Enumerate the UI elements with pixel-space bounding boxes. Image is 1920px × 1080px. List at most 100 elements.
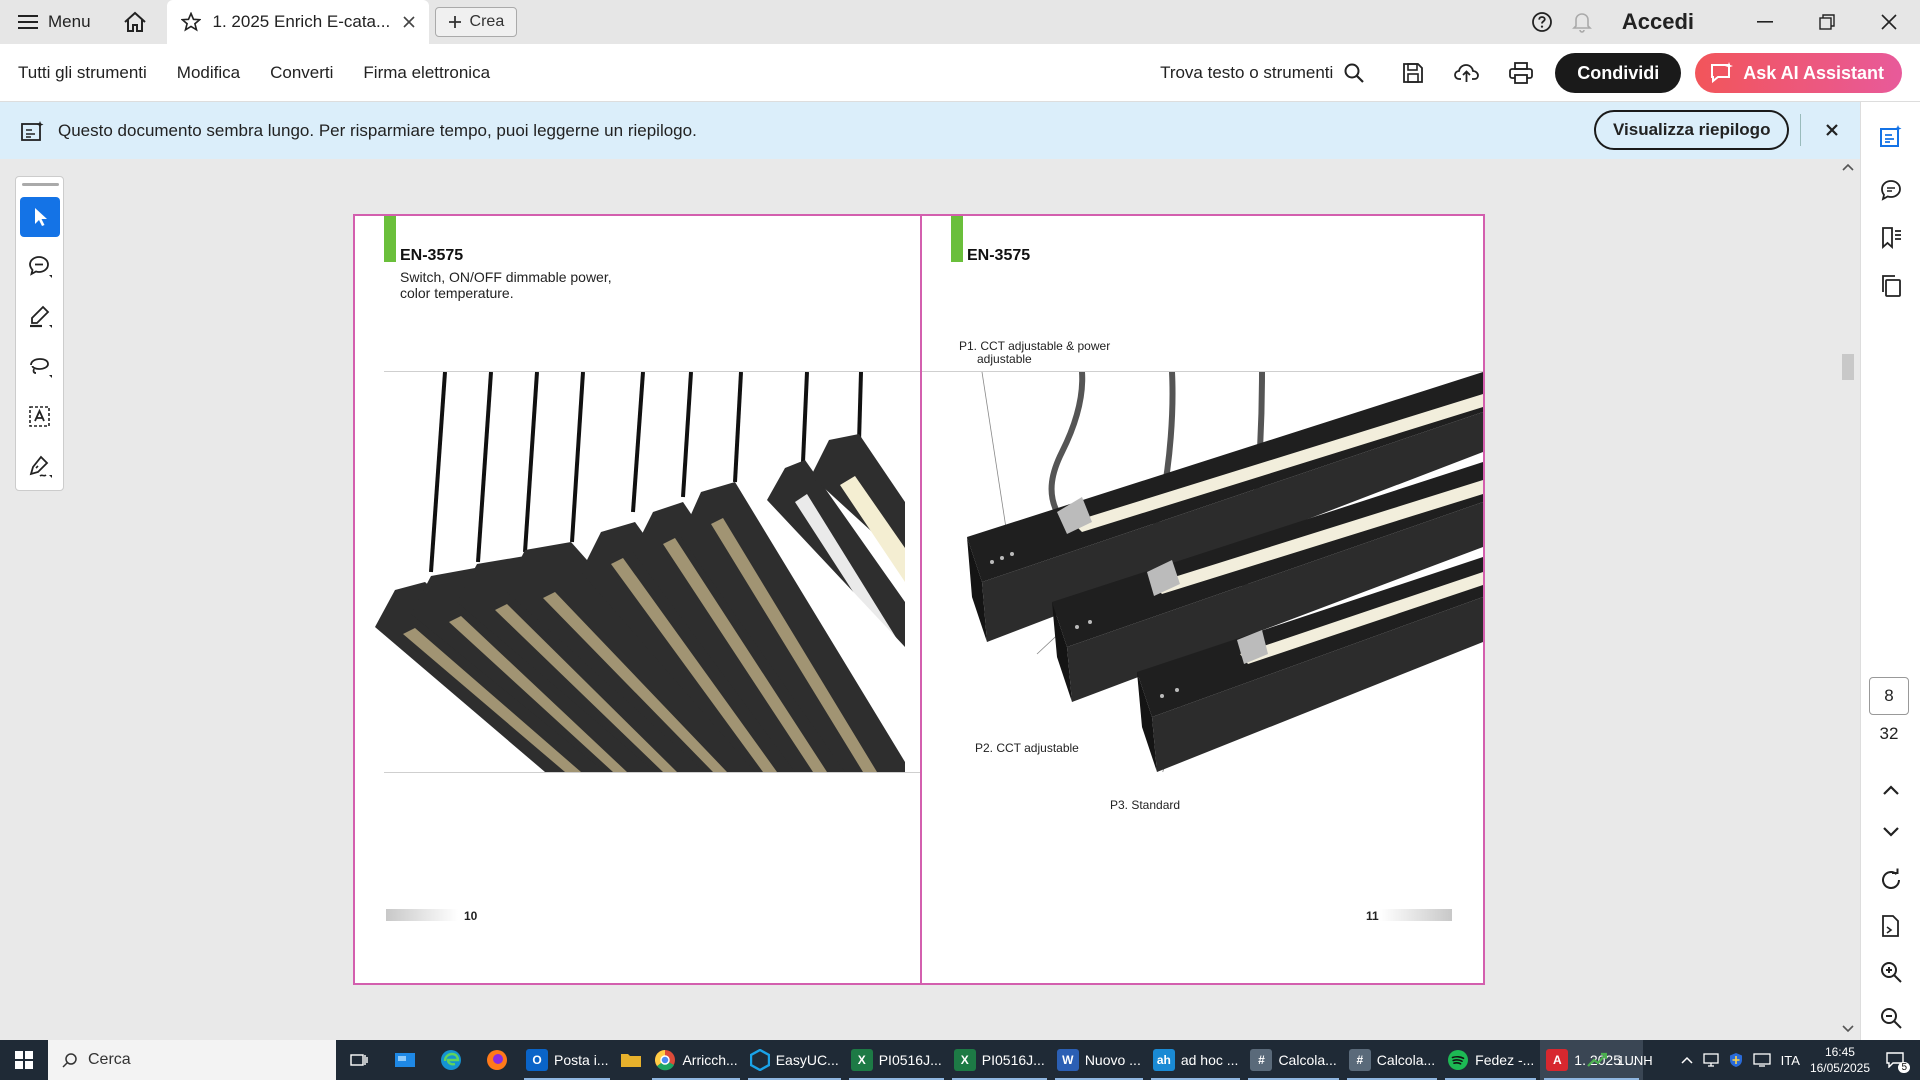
scroll-down-arrow-icon[interactable] <box>1842 1025 1854 1033</box>
monitor-icon[interactable] <box>1703 1053 1719 1067</box>
taskbar-app-label: ad hoc ... <box>1180 1052 1239 1068</box>
menu-convert[interactable]: Converti <box>255 63 348 83</box>
taskbar-app-easyuc[interactable]: EasyUC... <box>744 1040 845 1080</box>
lasso-draw-icon <box>30 358 52 378</box>
restore-button[interactable] <box>1796 0 1858 44</box>
firefox-icon <box>487 1050 507 1070</box>
menu-edit[interactable]: Modifica <box>162 63 255 83</box>
spotify-icon <box>1448 1050 1469 1070</box>
current-page-input[interactable]: 8 <box>1869 677 1909 715</box>
add-comment-icon <box>29 256 52 278</box>
next-page-button[interactable] <box>1877 818 1905 846</box>
tray-label[interactable]: 1UNH <box>1617 1053 1652 1068</box>
shield-icon[interactable] <box>1729 1052 1743 1068</box>
home-button[interactable] <box>113 0 157 44</box>
create-button[interactable]: Crea <box>434 7 518 37</box>
minimize-button[interactable] <box>1734 0 1796 44</box>
sign-tool[interactable] <box>20 447 60 487</box>
start-button[interactable] <box>0 1040 48 1080</box>
document-spread[interactable]: EN-3575 Switch, ON/OFF dimmable power, c… <box>353 214 1485 985</box>
close-tab-icon[interactable] <box>402 16 415 28</box>
tab-document[interactable]: 1. 2025 Enrich E-cata... <box>166 0 429 44</box>
help-icon <box>1531 12 1552 32</box>
acrobat-icon: A <box>1546 1049 1569 1071</box>
quick-tools-bar <box>15 176 64 491</box>
taskbar-app-label: Arricch... <box>682 1052 738 1068</box>
taskbar-app-outlook[interactable]: O Posta i... <box>520 1040 614 1080</box>
view-summary-button[interactable]: Visualizza riepilogo <box>1594 110 1790 150</box>
summary-panel-icon <box>1880 125 1902 147</box>
taskbar-app-calculator-2[interactable]: # Calcola... <box>1343 1040 1441 1080</box>
bookmark-icon <box>1882 227 1901 250</box>
scrollbar-thumb[interactable] <box>1842 354 1854 380</box>
notification-center-button[interactable]: 5 <box>1880 1045 1910 1075</box>
taskbar-search[interactable]: Cerca <box>48 1040 336 1080</box>
system-clock[interactable]: 16:45 16/05/2025 <box>1810 1044 1870 1076</box>
text-tool[interactable] <box>20 397 60 437</box>
close-banner-button[interactable] <box>1818 116 1846 144</box>
share-button[interactable]: Condividi <box>1555 53 1682 93</box>
taskbar-edge-app[interactable] <box>428 1040 474 1080</box>
ai-summary-panel-button[interactable] <box>1877 122 1905 150</box>
print-button[interactable] <box>1501 53 1541 93</box>
page-tools-button[interactable] <box>1877 912 1905 940</box>
find-text-tools[interactable]: Trova testo o strumenti <box>1160 62 1365 84</box>
chevron-up-icon[interactable] <box>1681 1056 1693 1064</box>
taskbar-app-adhoc[interactable]: ah ad hoc ... <box>1147 1040 1245 1080</box>
taskbar-app-word[interactable]: W Nuovo ... <box>1051 1040 1147 1080</box>
draw-tool[interactable] <box>20 347 60 387</box>
search-icon <box>62 1053 77 1068</box>
taskbar-news-app[interactable] <box>382 1040 428 1080</box>
notifications-button[interactable] <box>1562 0 1602 44</box>
highlight-tool[interactable] <box>20 297 60 337</box>
taskbar-app-explorer[interactable] <box>614 1040 648 1080</box>
text-box-icon <box>29 406 50 427</box>
comment-icon <box>1881 180 1901 201</box>
copy-pages-icon <box>1882 275 1901 297</box>
task-view-button[interactable] <box>336 1040 382 1080</box>
sign-in-button[interactable]: Accedi <box>1602 9 1734 35</box>
menu-e-signature[interactable]: Firma elettronica <box>348 63 505 83</box>
comment-tool[interactable] <box>20 247 60 287</box>
taskbar-app-spotify[interactable]: Fedez -... <box>1441 1040 1540 1080</box>
menu-all-tools[interactable]: Tutti gli strumenti <box>0 63 162 83</box>
save-button[interactable] <box>1393 53 1433 93</box>
network-icon[interactable] <box>1753 1053 1771 1067</box>
taskbar-firefox-app[interactable] <box>474 1040 520 1080</box>
rotate-button[interactable] <box>1877 866 1905 894</box>
pages-panel-button[interactable] <box>1877 272 1905 300</box>
menu-button[interactable]: Menu <box>0 0 109 44</box>
taskbar-app-excel-2[interactable]: X PI0516J... <box>948 1040 1051 1080</box>
comments-panel-button[interactable] <box>1877 176 1905 204</box>
summary-icon <box>21 120 44 141</box>
news-app-icon <box>395 1053 415 1067</box>
ai-assistant-icon <box>1711 62 1734 84</box>
close-window-button[interactable] <box>1858 0 1920 44</box>
vertical-scrollbar[interactable] <box>1836 159 1860 1040</box>
taskbar-app-calculator-1[interactable]: # Calcola... <box>1244 1040 1342 1080</box>
ai-assistant-button[interactable]: Ask AI Assistant <box>1695 53 1902 93</box>
printer-icon <box>1509 62 1534 84</box>
word-icon: W <box>1056 1049 1079 1071</box>
chevron-up-icon <box>1883 785 1899 795</box>
star-icon[interactable] <box>180 12 201 32</box>
taskbar-app-excel-1[interactable]: X PI0516J... <box>845 1040 948 1080</box>
save-icon <box>1403 63 1424 83</box>
zoom-in-button[interactable] <box>1877 958 1905 986</box>
restore-icon <box>1819 14 1835 30</box>
zoom-out-button[interactable] <box>1877 1004 1905 1032</box>
select-tool[interactable] <box>20 197 60 237</box>
upload-button[interactable] <box>1447 53 1487 93</box>
pen-highlight-icon <box>30 305 52 328</box>
scroll-up-arrow-icon[interactable] <box>1842 163 1854 171</box>
taskbar-app-label: Calcola... <box>1376 1052 1436 1068</box>
taskbar-app-label: Posta i... <box>554 1052 609 1068</box>
toolbar-grip[interactable] <box>22 183 59 186</box>
chevron-down-icon <box>1883 827 1899 837</box>
taskbar-app-chrome[interactable]: Arricch... <box>648 1040 743 1080</box>
help-button[interactable] <box>1522 0 1562 44</box>
bookmarks-panel-button[interactable] <box>1877 224 1905 252</box>
previous-page-button[interactable] <box>1877 776 1905 804</box>
variant-p1-label-line2: adjustable <box>977 352 1032 366</box>
language-indicator[interactable]: ITA <box>1781 1053 1800 1068</box>
